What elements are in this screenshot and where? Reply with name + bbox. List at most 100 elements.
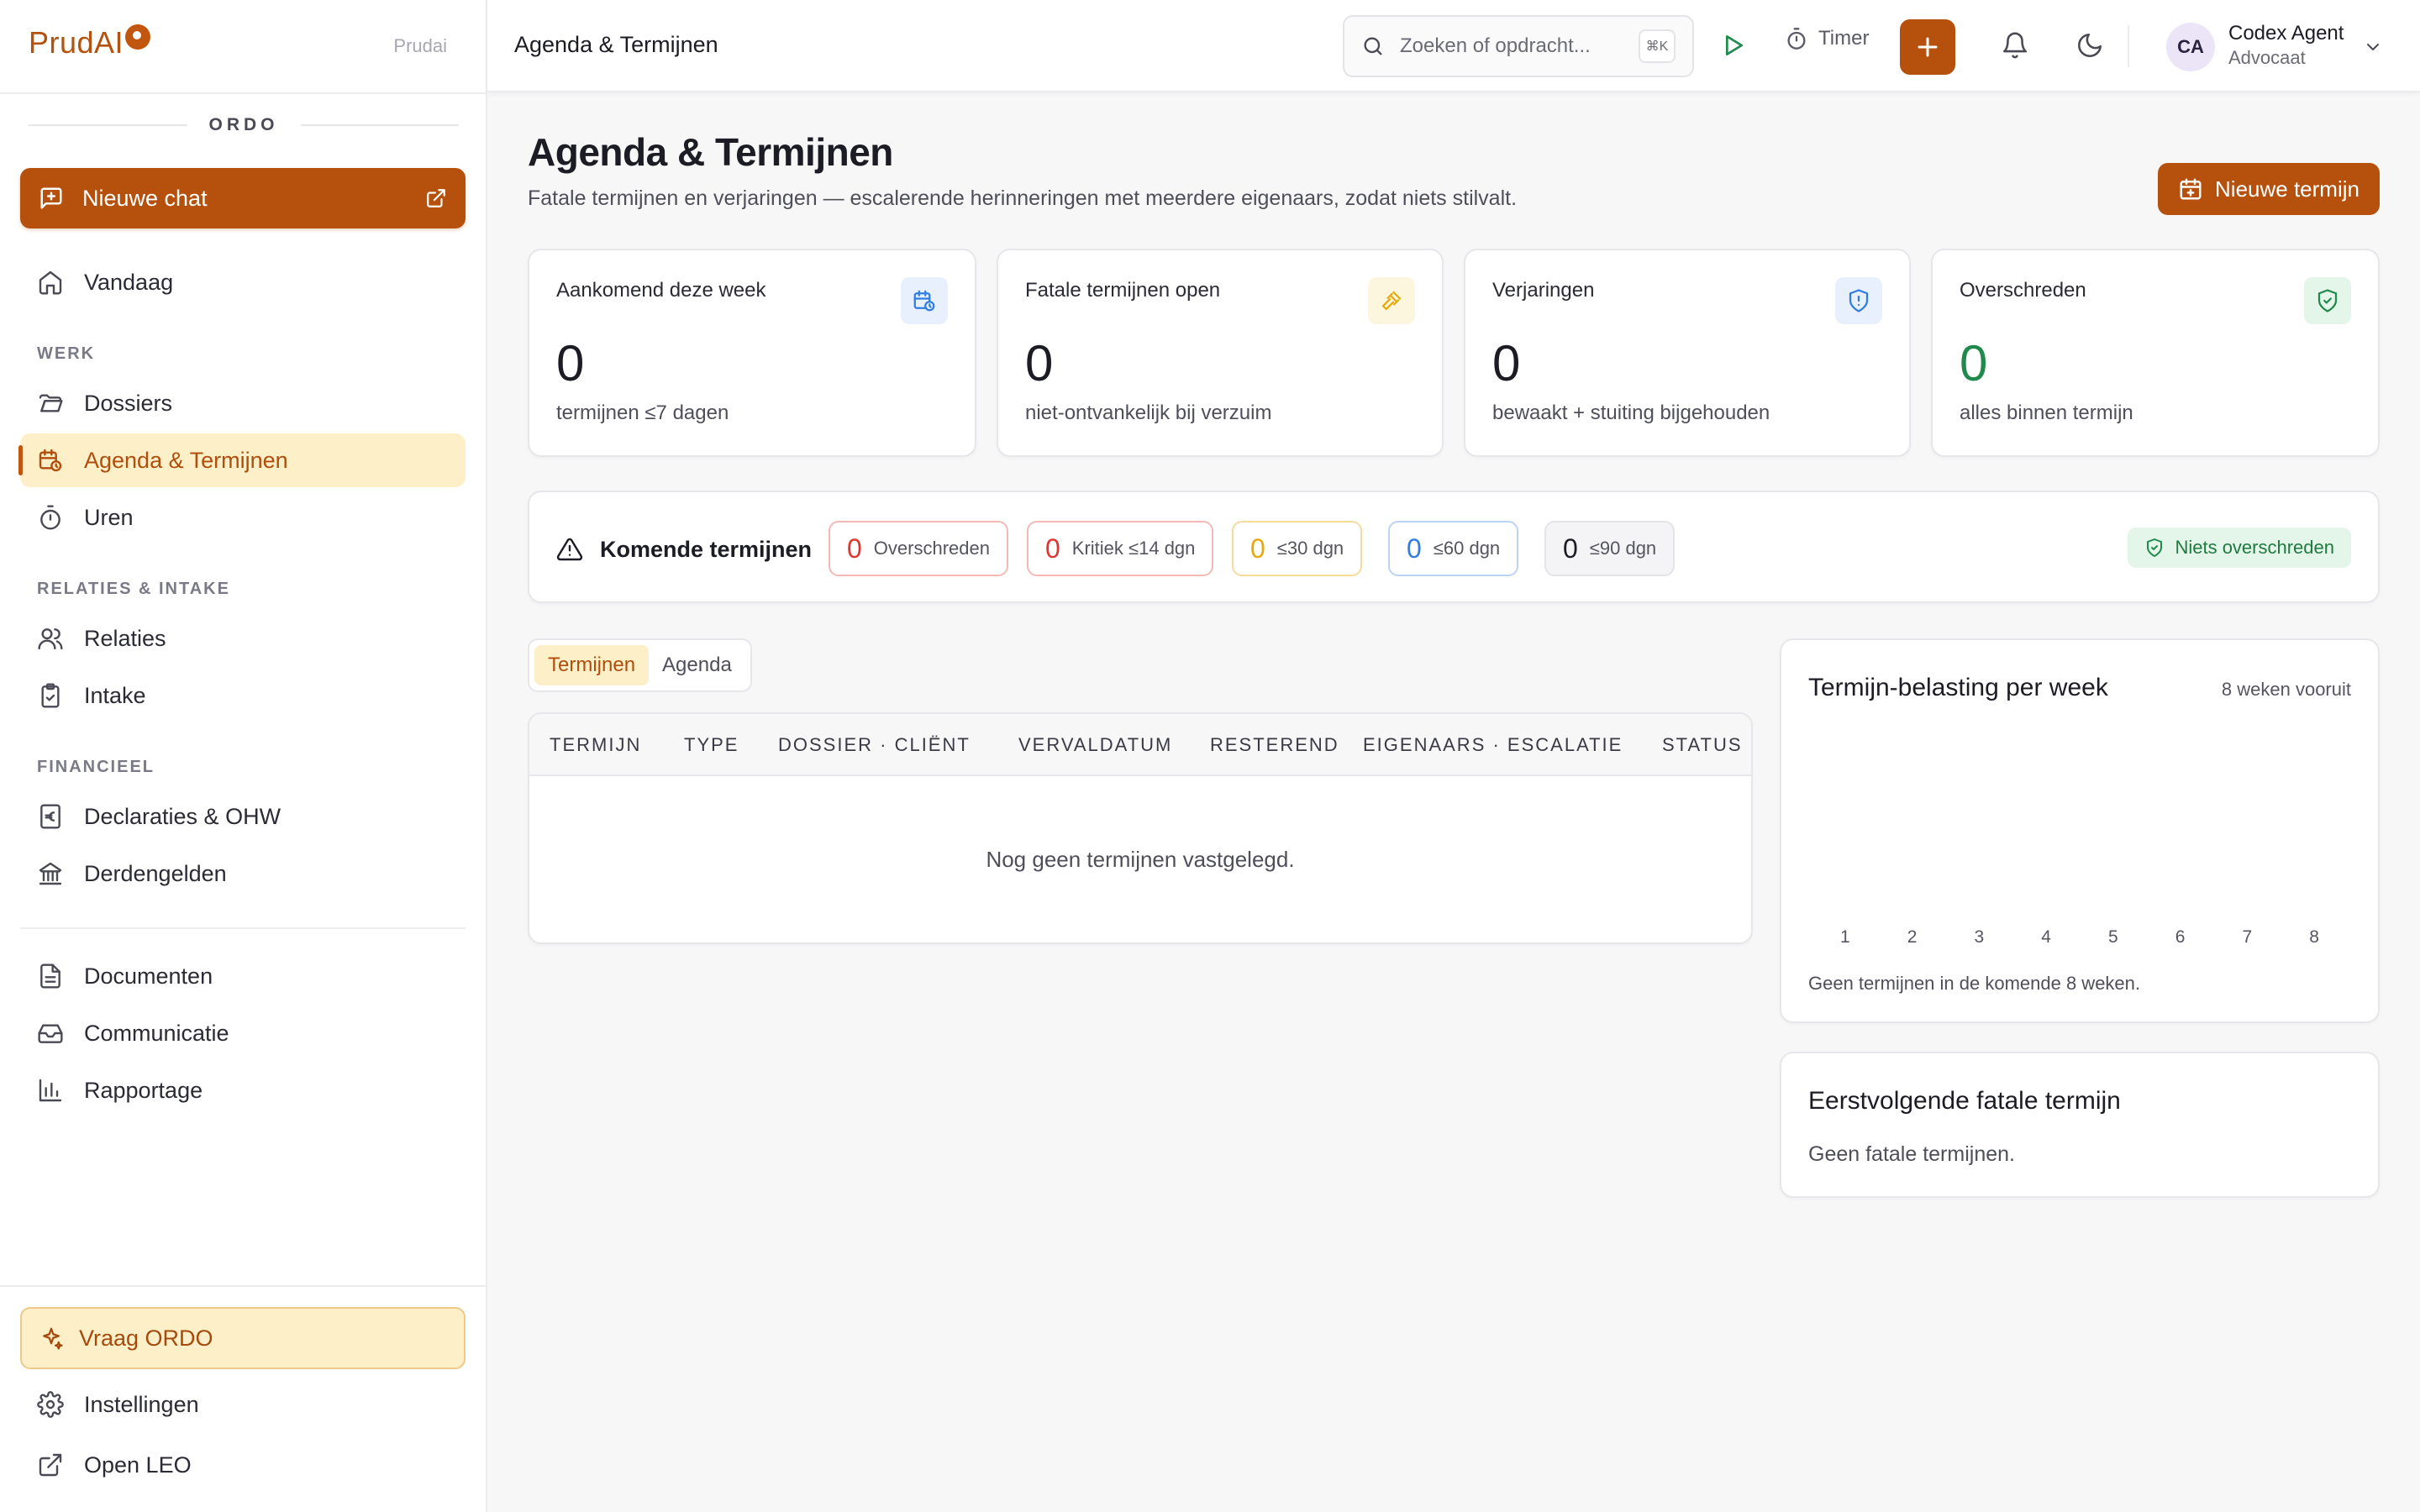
sidebar-item-label: Documenten bbox=[84, 963, 213, 989]
chart-tick-label: 5 bbox=[2108, 927, 2118, 947]
filter-90-days[interactable]: 0 ≤90 dgn bbox=[1544, 521, 1676, 576]
status-badge-label: Niets overschreden bbox=[2175, 537, 2334, 558]
chart-tick-label: 4 bbox=[2041, 927, 2051, 947]
quick-add-button[interactable] bbox=[1900, 19, 1955, 75]
sidebar-item-label: Communicatie bbox=[84, 1020, 229, 1046]
document-icon bbox=[37, 963, 64, 990]
chart-tick-label: 7 bbox=[2243, 927, 2253, 947]
stopwatch-icon bbox=[1785, 27, 1808, 50]
euro-receipt-icon bbox=[37, 803, 64, 830]
search-placeholder: Zoeken of opdracht... bbox=[1400, 34, 1591, 57]
bar-chart-icon bbox=[37, 1077, 64, 1104]
column-header-termijn[interactable]: TERMIJN bbox=[550, 734, 641, 756]
column-header-resterend[interactable]: RESTEREND bbox=[1210, 734, 1339, 756]
sidebar-item-label: Agenda & Termijnen bbox=[84, 447, 288, 473]
search-input[interactable]: Zoeken of opdracht... ⌘K bbox=[1343, 15, 1694, 77]
sidebar-item-label: Dossiers bbox=[84, 390, 173, 416]
sidebar-item-documenten[interactable]: Documenten bbox=[20, 949, 466, 1003]
page-subtitle: Fatale termijnen en verjaringen — escale… bbox=[528, 186, 1518, 210]
weekly-load-chart: Termijn-belasting per week 8 weken vooru… bbox=[1780, 638, 2380, 1023]
filter-label: ≤30 dgn bbox=[1276, 538, 1344, 559]
ordo-line-left bbox=[29, 124, 187, 126]
fatal-title: Eerstvolgende fatale termijn bbox=[1808, 1087, 2121, 1115]
home-icon bbox=[37, 269, 64, 296]
sidebar-item-declaraties[interactable]: Declaraties & OHW bbox=[20, 790, 466, 843]
sidebar-item-agenda[interactable]: Agenda & Termijnen bbox=[18, 433, 466, 487]
shield-check-icon bbox=[2304, 277, 2351, 324]
section-werk: WERK bbox=[37, 344, 96, 363]
stat-value: 0 bbox=[1960, 335, 1988, 391]
new-chat-button[interactable]: Nieuwe chat bbox=[20, 168, 466, 228]
sidebar-footer-divider bbox=[0, 1285, 486, 1287]
sidebar-header-divider bbox=[0, 92, 486, 94]
stat-description: termijnen ≤7 dagen bbox=[556, 402, 729, 424]
topbar-separator bbox=[2128, 25, 2129, 67]
stat-card-overschreden: Overschreden 0 alles binnen termijn bbox=[1931, 249, 2380, 457]
status-badge: Niets overschreden bbox=[2128, 528, 2351, 568]
sidebar-item-label: Instellingen bbox=[84, 1391, 199, 1417]
stat-description: bewaakt + stuiting bijgehouden bbox=[1492, 402, 1770, 424]
plus-icon bbox=[1915, 34, 1940, 60]
view-tabs: Termijnen Agenda bbox=[528, 638, 752, 692]
sidebar-item-communicatie[interactable]: Communicatie bbox=[20, 1006, 466, 1060]
filter-count: 0 bbox=[1250, 533, 1265, 564]
filter-60-days[interactable]: 0 ≤60 dgn bbox=[1388, 521, 1519, 576]
column-header-eigenaars[interactable]: EIGENAARS · ESCALATIE bbox=[1363, 734, 1623, 756]
calendar-clock-icon bbox=[901, 277, 948, 324]
upcoming-heading: Komende termijnen bbox=[556, 536, 812, 563]
filter-count: 0 bbox=[847, 533, 862, 564]
ask-ordo-button[interactable]: Vraag ORDO bbox=[20, 1307, 466, 1369]
sidebar-item-instellingen[interactable]: Instellingen bbox=[20, 1378, 466, 1431]
filter-overdue[interactable]: 0 Overschreden bbox=[829, 521, 1008, 576]
chevron-down-icon[interactable] bbox=[2363, 37, 2383, 57]
sidebar-item-label: Uren bbox=[84, 504, 134, 530]
new-deadline-button[interactable]: Nieuwe termijn bbox=[2158, 163, 2380, 215]
brand-logo[interactable]: PrudAI bbox=[29, 24, 151, 60]
bell-icon[interactable] bbox=[2001, 31, 2029, 60]
bank-icon bbox=[37, 860, 64, 887]
column-header-dossier[interactable]: DOSSIER · CLIËNT bbox=[778, 734, 971, 756]
sidebar-item-open-leo[interactable]: Open LEO bbox=[20, 1438, 466, 1492]
filter-count: 0 bbox=[1563, 533, 1578, 564]
sidebar-item-rapportage[interactable]: Rapportage bbox=[20, 1063, 466, 1117]
stat-card-upcoming: Aankomend deze week 0 termijnen ≤7 dagen bbox=[528, 249, 976, 457]
section-financieel: FINANCIEEL bbox=[37, 758, 155, 776]
filter-count: 0 bbox=[1045, 533, 1060, 564]
chart-tick-label: 3 bbox=[1975, 927, 1985, 947]
stat-title: Fatale termijnen open bbox=[1025, 279, 1221, 302]
moon-icon[interactable] bbox=[2075, 31, 2104, 60]
user-name[interactable]: Codex Agent bbox=[2228, 22, 2344, 45]
tab-termijnen[interactable]: Termijnen bbox=[534, 645, 650, 685]
external-link-icon[interactable] bbox=[425, 187, 447, 209]
users-icon bbox=[37, 625, 64, 652]
filter-30-days[interactable]: 0 ≤30 dgn bbox=[1232, 521, 1363, 576]
sidebar-item-derdengelden[interactable]: Derdengelden bbox=[20, 847, 466, 900]
sidebar-item-dossiers[interactable]: Dossiers bbox=[20, 376, 466, 430]
filter-label: Kritiek ≤14 dgn bbox=[1071, 538, 1196, 559]
sidebar-item-label: Open LEO bbox=[84, 1452, 192, 1478]
workspace-name: Prudai bbox=[393, 35, 447, 56]
tab-agenda[interactable]: Agenda bbox=[649, 645, 745, 685]
ordo-line-right bbox=[300, 124, 459, 126]
play-icon[interactable] bbox=[1719, 30, 1746, 60]
sidebar-item-vandaag[interactable]: Vandaag bbox=[20, 255, 466, 309]
sidebar: PrudAI Prudai ORDO Nieuwe chat Vandaag W… bbox=[0, 0, 487, 1512]
sidebar-item-uren[interactable]: Uren bbox=[20, 491, 466, 544]
sidebar-item-intake[interactable]: Intake bbox=[20, 669, 466, 722]
avatar[interactable]: CA bbox=[2166, 23, 2215, 71]
timer-button[interactable]: Timer bbox=[1785, 27, 1869, 50]
sidebar-divider bbox=[20, 927, 466, 929]
filter-label: Overschreden bbox=[873, 538, 990, 559]
chart-tick-label: 8 bbox=[2309, 927, 2319, 947]
sidebar-item-label: Declaraties & OHW bbox=[84, 803, 281, 829]
column-header-vervaldatum[interactable]: VERVALDATUM bbox=[1018, 734, 1172, 756]
stat-card-fatal: Fatale termijnen open 0 niet-ontvankelij… bbox=[997, 249, 1444, 457]
shield-check-icon bbox=[2144, 538, 2165, 558]
gear-icon bbox=[37, 1391, 64, 1418]
sidebar-item-relaties[interactable]: Relaties bbox=[20, 612, 466, 665]
filter-critical[interactable]: 0 Kritiek ≤14 dgn bbox=[1027, 521, 1214, 576]
new-chat-label: Nieuwe chat bbox=[82, 185, 208, 211]
column-header-type[interactable]: TYPE bbox=[684, 734, 739, 756]
column-header-status[interactable]: STATUS bbox=[1662, 734, 1743, 756]
stat-title: Verjaringen bbox=[1492, 279, 1595, 302]
